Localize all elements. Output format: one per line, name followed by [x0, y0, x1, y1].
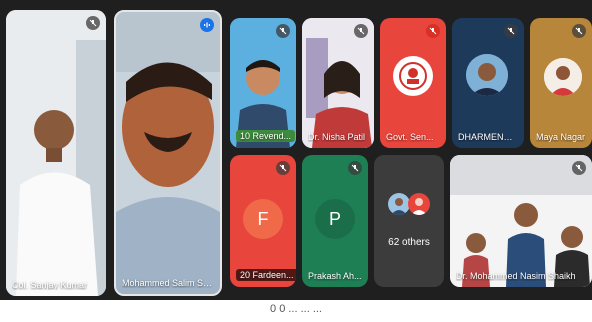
speaking-icon	[200, 18, 214, 32]
mic-off-icon	[504, 24, 518, 38]
participant-name: 20 Fardeen...	[236, 269, 296, 281]
participant-tile-active[interactable]: Mohammed Salim Shaikh	[114, 10, 222, 296]
mic-off-icon	[86, 16, 100, 30]
participant-video	[230, 18, 296, 148]
mic-off-icon	[276, 161, 290, 175]
avatar: P	[315, 199, 355, 239]
avatar: F	[243, 199, 283, 239]
mic-off-icon	[354, 24, 368, 38]
bottom-area: 0 0 ... ... ...	[0, 300, 592, 322]
participant-tile[interactable]: Govt. Sen...	[380, 18, 446, 148]
participant-name: Maya Nagar	[536, 132, 586, 142]
participant-name: 10 Revend...	[236, 130, 296, 142]
mic-off-icon	[348, 161, 362, 175]
avatar	[393, 56, 433, 96]
avatar	[388, 193, 410, 215]
participant-tile[interactable]: Dr. Nisha Patil	[302, 18, 374, 148]
participant-tile[interactable]: Dr. Mohammed Nasim Shaikh	[450, 155, 592, 287]
participant-tile[interactable]: DHARMENDR...	[452, 18, 524, 148]
mic-off-icon	[572, 161, 586, 175]
bottom-hint: 0 0 ... ... ...	[270, 303, 322, 315]
participant-name: Dr. Mohammed Nasim Shaikh	[456, 271, 576, 281]
participant-tile[interactable]: Maya Nagar	[530, 18, 592, 148]
participant-name: DHARMENDR...	[458, 132, 518, 142]
participant-video	[6, 10, 106, 296]
others-count: 62 others	[388, 237, 430, 248]
meeting-grid: Col. Sanjay Kumar Mohammed Salim Shaikh	[0, 0, 592, 300]
avatar	[544, 58, 582, 96]
mic-off-icon	[426, 24, 440, 38]
participant-name: Mohammed Salim Shaikh	[122, 278, 214, 288]
participant-tile[interactable]: F 20 Fardeen...	[230, 155, 296, 287]
participant-tile[interactable]: 10 Revend...	[230, 18, 296, 148]
others-tile[interactable]: 62 others	[374, 155, 444, 287]
participant-tile[interactable]: P Prakash Ah...	[302, 155, 368, 287]
participant-name: Prakash Ah...	[308, 271, 362, 281]
participant-video	[116, 12, 220, 294]
participant-name: Dr. Nisha Patil	[308, 132, 366, 142]
participant-tile[interactable]: Col. Sanjay Kumar	[6, 10, 106, 296]
participant-name: Col. Sanjay Kumar	[12, 280, 88, 290]
mic-off-icon	[572, 24, 586, 38]
mic-off-icon	[276, 24, 290, 38]
avatar	[408, 193, 430, 215]
participant-name: Govt. Sen...	[386, 132, 434, 142]
participant-video	[450, 155, 592, 287]
avatar	[466, 54, 508, 96]
